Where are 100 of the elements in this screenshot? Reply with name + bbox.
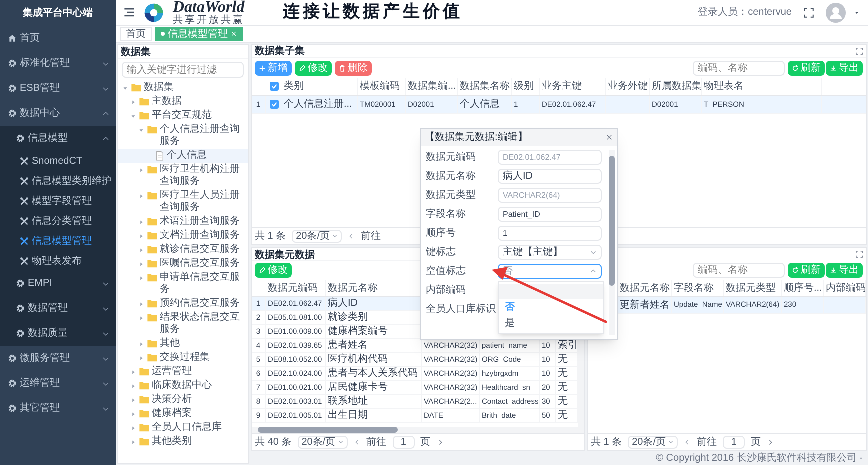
scrollbar[interactable] [609, 150, 615, 335]
tree-item[interactable]: 术语注册查询服务 [118, 215, 248, 229]
sidebar-item[interactable]: SnomedCT [0, 151, 116, 171]
edit-icon [299, 64, 306, 72]
tree-item[interactable]: 医疗卫生机构注册查询服务 [118, 163, 248, 189]
caret-right-icon[interactable] [130, 425, 137, 432]
sidebar-item[interactable]: 物理表发布 [0, 251, 116, 271]
tab[interactable]: 首页 [120, 27, 152, 41]
caret-icon[interactable] [854, 10, 860, 16]
caret-right-icon[interactable] [138, 193, 145, 200]
chevron-left-icon[interactable] [684, 438, 692, 446]
chevron-right-icon[interactable] [767, 438, 774, 446]
sidebar-item[interactable]: 信息模型类别维护 [0, 171, 116, 191]
caret-right-icon[interactable] [138, 315, 145, 322]
sidebar-item[interactable]: 微服务管理 [0, 346, 116, 371]
sidebar-item[interactable]: 数据管理 [0, 296, 116, 321]
tree-item[interactable]: 其他 [118, 337, 248, 351]
field-label: 数据元名称 [426, 170, 477, 184]
page-size-select[interactable]: 20条/页 [292, 230, 342, 242]
chevron-right-icon[interactable] [436, 438, 444, 446]
caret-right-icon[interactable] [130, 383, 137, 390]
caret-right-icon[interactable] [130, 397, 137, 404]
caret-right-icon[interactable] [138, 247, 145, 254]
sidebar-item[interactable]: EMPI [0, 271, 116, 296]
tree-item[interactable]: 预约信息交互服务 [118, 297, 248, 311]
expand-icon[interactable] [856, 48, 863, 54]
tree-item[interactable]: 数据集 [118, 81, 248, 95]
sidebar-item[interactable]: 首页 [0, 26, 116, 51]
menu-icon[interactable] [124, 7, 135, 18]
tree-item[interactable]: 申请单信息交互服务 [118, 271, 248, 297]
tree-item[interactable]: 其他类别 [118, 435, 248, 449]
tree-item[interactable]: 医嘱信息交互服务 [118, 257, 248, 271]
tree-item[interactable]: 就诊信息交互服务 [118, 243, 248, 257]
caret-right-icon[interactable] [130, 439, 137, 446]
tree-item[interactable]: 运营管理 [118, 365, 248, 379]
chevron-left-icon[interactable] [354, 438, 361, 446]
caret-right-icon[interactable] [138, 167, 145, 174]
caret-right-icon[interactable] [138, 355, 145, 362]
caret-right-icon[interactable] [138, 219, 145, 226]
caret-right-icon[interactable] [138, 301, 145, 308]
sidebar-item[interactable]: ESB管理 [0, 76, 116, 101]
tree-item[interactable]: 医疗卫生人员注册查询服务 [118, 189, 248, 215]
search-field[interactable]: 编码、名称 [693, 60, 785, 76]
sidebar-item[interactable]: 信息模型管理 [0, 231, 116, 251]
page-size-select[interactable]: 20条/页 [628, 436, 678, 448]
tree-item[interactable]: 个人信息注册查询服务 [118, 123, 248, 149]
caret-right-icon[interactable] [138, 233, 145, 240]
page-field[interactable]: 1 [392, 436, 415, 448]
checkbox[interactable] [270, 100, 278, 109]
tree-item[interactable]: 主数据 [118, 95, 248, 109]
folder-icon [147, 244, 158, 255]
tree-item[interactable]: 个人信息 [118, 149, 248, 163]
caret-right-icon[interactable] [138, 275, 145, 282]
tree-item[interactable]: 平台交互规范 [118, 109, 248, 123]
close-icon[interactable] [606, 134, 613, 141]
refresh-icon [792, 267, 799, 274]
gear-icon [16, 304, 25, 313]
tree-item[interactable]: 决策分析 [118, 393, 248, 407]
sidebar-item[interactable]: 数据中心 [0, 101, 116, 126]
search-field[interactable]: 编码、名称 [693, 263, 785, 278]
table-cell: 居民健康卡号 [326, 381, 422, 394]
tree-item[interactable]: 临床数据中心 [118, 379, 248, 393]
sidebar-item[interactable]: 数据质量 [0, 321, 116, 346]
fullscreen-icon[interactable] [804, 8, 814, 18]
caret-down-icon[interactable] [138, 127, 145, 134]
caret-right-icon[interactable] [130, 99, 137, 106]
select-field[interactable]: 主键【主键】 [498, 245, 602, 260]
caret-down-icon[interactable] [122, 85, 129, 92]
tree-item[interactable]: 全员人口信息库 [118, 421, 248, 435]
caret-down-icon[interactable] [130, 113, 137, 120]
sidebar-item[interactable]: 信息模型 [0, 126, 116, 151]
sidebar-item[interactable]: 运维管理 [0, 371, 116, 396]
folder-icon [147, 272, 158, 283]
checkbox[interactable] [270, 82, 278, 91]
sidebar-item[interactable]: 模型字段管理 [0, 191, 116, 211]
avatar-icon[interactable] [826, 2, 846, 22]
tree-item[interactable]: 交换过程集 [118, 351, 248, 365]
caret-right-icon[interactable] [138, 341, 145, 348]
caret-right-icon[interactable] [130, 411, 137, 418]
tree-item[interactable]: 文档注册查询服务 [118, 229, 248, 243]
chevron-left-icon[interactable] [348, 232, 356, 240]
page-size-select[interactable]: 20条/页 [298, 436, 348, 448]
caret-right-icon[interactable] [138, 261, 145, 268]
tree-item[interactable]: 健康档案 [118, 407, 248, 421]
sidebar-item[interactable]: 标准化管理 [0, 51, 116, 76]
sidebar-item[interactable]: 信息分类管理 [0, 211, 116, 231]
input-field[interactable]: 病人ID [498, 169, 602, 184]
page-field[interactable]: 1 [723, 436, 746, 448]
input-field[interactable]: Patient_ID [498, 207, 602, 222]
input-field[interactable]: 1 [498, 226, 602, 241]
user-label: 登录人员：centervue [698, 6, 792, 20]
sidebar-item[interactable]: 其它管理 [0, 396, 116, 421]
scrollbar[interactable] [252, 427, 584, 433]
caret-right-icon[interactable] [130, 369, 137, 376]
filter-field[interactable]: 输入关键字进行过滤 [122, 62, 244, 78]
page-unit: 页 [420, 436, 431, 450]
dropdown-option[interactable] [499, 284, 603, 299]
tree-item[interactable]: 结果状态信息交互服务 [118, 311, 248, 337]
expand-icon[interactable] [856, 251, 863, 258]
gear-icon [8, 404, 17, 413]
